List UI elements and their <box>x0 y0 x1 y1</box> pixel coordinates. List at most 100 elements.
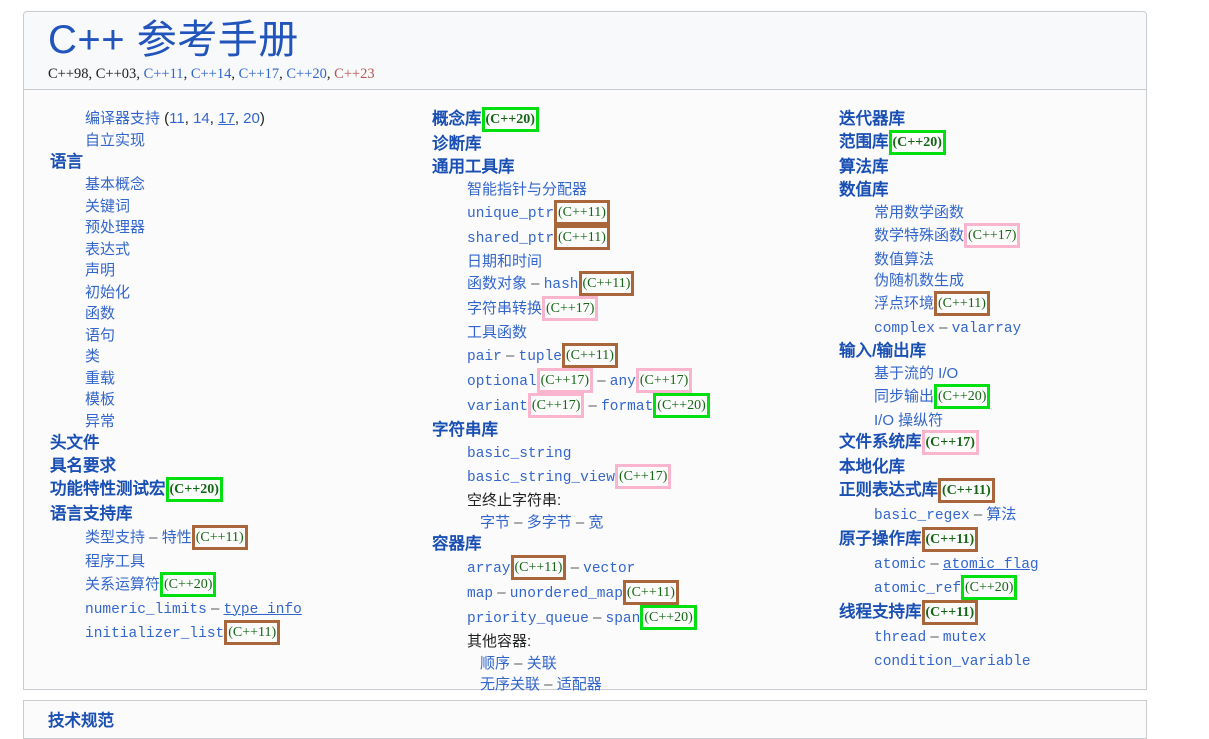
nav-heading-link[interactable]: 本地化库 <box>839 458 905 476</box>
nav-heading-link[interactable]: 功能特性测试宏 <box>50 480 166 498</box>
nav-code-link[interactable]: condition_variable <box>874 654 1031 670</box>
nav-code-link[interactable]: basic_string <box>467 446 571 462</box>
standard-cpp11[interactable]: C++11 <box>144 66 184 82</box>
nav-link[interactable]: 17 <box>218 110 235 127</box>
nav-code-link[interactable]: tuple <box>519 349 563 365</box>
nav-link[interactable]: 字节 <box>480 514 510 531</box>
nav-link[interactable]: I/O 操纵符 <box>874 412 943 429</box>
nav-code-link[interactable]: unique_ptr <box>467 206 554 222</box>
nav-link[interactable]: 日期和时间 <box>467 253 542 270</box>
nav-link[interactable]: 算法 <box>986 506 1016 523</box>
nav-code-link[interactable]: pair <box>467 349 502 365</box>
nav-link[interactable]: 关联 <box>527 655 557 672</box>
nav-link[interactable]: 初始化 <box>85 284 130 301</box>
nav-code-link[interactable]: atomic_flag <box>943 557 1039 573</box>
nav-code-link[interactable]: type_info <box>224 602 302 618</box>
nav-link[interactable]: 预处理器 <box>85 219 145 236</box>
nav-heading-link[interactable]: 输入/输出库 <box>839 342 926 360</box>
nav-code-link[interactable]: variant <box>467 399 528 415</box>
nav-link[interactable]: 浮点环境 <box>874 295 934 312</box>
nav-link[interactable]: 顺序 <box>480 655 510 672</box>
nav-code-link[interactable]: map <box>467 586 493 602</box>
nav-link[interactable]: 适配器 <box>557 676 602 693</box>
nav-code-link[interactable]: mutex <box>943 630 987 646</box>
nav-link[interactable]: 数学特殊函数 <box>874 227 964 244</box>
nav-link[interactable]: 常用数学函数 <box>874 204 964 221</box>
nav-link[interactable]: 基于流的 I/O <box>874 365 958 382</box>
standard-cpp14[interactable]: C++14 <box>191 66 232 82</box>
nav-heading-link[interactable]: 正则表达式库 <box>839 481 938 499</box>
nav-code-link[interactable]: optional <box>467 374 537 390</box>
nav-code-link[interactable]: valarray <box>952 321 1022 337</box>
standard-cpp20[interactable]: C++20 <box>286 66 327 82</box>
nav-link[interactable]: 伪随机数生成 <box>874 272 964 289</box>
nav-code-link[interactable]: basic_string_view <box>467 470 615 486</box>
nav-link[interactable]: 字符串转换 <box>467 300 542 317</box>
version-tag-cxx11: (C++11) <box>934 290 990 316</box>
nav-link[interactable]: 函数 <box>85 305 115 322</box>
standard-cpp17[interactable]: C++17 <box>239 66 280 82</box>
nav-link[interactable]: 20 <box>243 110 260 127</box>
nav-link[interactable]: 类 <box>85 348 100 365</box>
nav-link[interactable]: 特性 <box>162 529 192 546</box>
nav-code-link[interactable]: shared_ptr <box>467 231 554 247</box>
nav-code-link[interactable]: vector <box>583 561 635 577</box>
nav-code-link[interactable]: initializer_list <box>85 626 224 642</box>
nav-heading-link[interactable]: 头文件 <box>50 434 100 452</box>
nav-link[interactable]: 重载 <box>85 370 115 387</box>
nav-code-link[interactable]: atomic_ref <box>874 581 961 597</box>
nav-link[interactable]: 语句 <box>85 327 115 344</box>
nav-code-link[interactable]: complex <box>874 321 935 337</box>
nav-row: basic_string_view (C++17) <box>467 464 832 490</box>
nav-code-link[interactable]: priority_queue <box>467 611 589 627</box>
nav-code-link[interactable]: thread <box>874 630 926 646</box>
nav-code-link[interactable]: basic_regex <box>874 508 970 524</box>
nav-link[interactable]: 模板 <box>85 391 115 408</box>
nav-code-link[interactable]: numeric_limits <box>85 602 207 618</box>
nav-link[interactable]: 关键词 <box>85 198 130 215</box>
nav-link[interactable]: 无序关联 <box>480 676 540 693</box>
nav-link[interactable]: 编译器支持 <box>85 110 164 127</box>
nav-heading-link[interactable]: 语言支持库 <box>50 505 133 523</box>
nav-code-link[interactable]: any <box>610 374 636 390</box>
nav-code-link[interactable]: span <box>606 611 641 627</box>
nav-code-link[interactable]: atomic <box>874 557 926 573</box>
nav-link[interactable]: 关系运算符 <box>85 576 160 593</box>
nav-link[interactable]: 智能指针与分配器 <box>467 181 587 198</box>
nav-heading-link[interactable]: 迭代器库 <box>839 110 905 128</box>
nav-heading-link[interactable]: 概念库 <box>432 110 482 128</box>
nav-heading-link[interactable]: 数值库 <box>839 181 889 199</box>
nav-code-link[interactable]: format <box>601 399 653 415</box>
nav-heading-link[interactable]: 算法库 <box>839 158 889 176</box>
nav-link[interactable]: 同步输出 <box>874 388 934 405</box>
nav-heading-link[interactable]: 通用工具库 <box>432 158 515 176</box>
nav-heading-link[interactable]: 字符串库 <box>432 421 498 439</box>
nav-link[interactable]: 程序工具 <box>85 553 145 570</box>
nav-heading-link[interactable]: 诊断库 <box>432 135 482 153</box>
nav-heading-link[interactable]: 具名要求 <box>50 457 116 475</box>
nav-code-link[interactable]: unordered_map <box>510 586 623 602</box>
nav-link[interactable]: 表达式 <box>85 241 130 258</box>
nav-link[interactable]: 基本概念 <box>85 176 145 193</box>
nav-link[interactable]: 多字节 <box>527 514 572 531</box>
nav-link[interactable]: 宽 <box>588 514 603 531</box>
nav-link[interactable]: 类型支持 <box>85 529 145 546</box>
nav-code-link[interactable]: array <box>467 561 511 577</box>
standard-cpp23[interactable]: C++23 <box>334 66 375 82</box>
nav-heading-link[interactable]: 原子操作库 <box>839 530 922 548</box>
nav-link[interactable]: 声明 <box>85 262 115 279</box>
nav-link[interactable]: 数值算法 <box>874 251 934 268</box>
nav-link[interactable]: 11 <box>169 110 185 127</box>
nav-heading-link[interactable]: 语言 <box>50 153 83 171</box>
nav-heading-link[interactable]: 文件系统库 <box>839 433 922 451</box>
nav-link[interactable]: 14 <box>193 110 210 127</box>
nav-heading-link[interactable]: 范围库 <box>839 133 889 151</box>
nav-heading-link[interactable]: 线程支持库 <box>839 603 922 621</box>
standards-list: C++98, C++03, C++11, C++14, C++17, C++20… <box>48 65 1146 83</box>
nav-link[interactable]: 工具函数 <box>467 324 527 341</box>
nav-code-link[interactable]: hash <box>544 277 579 293</box>
nav-link[interactable]: 异常 <box>85 413 115 430</box>
nav-link[interactable]: 函数对象 <box>467 275 527 292</box>
nav-link[interactable]: 自立实现 <box>85 132 145 149</box>
nav-heading-link[interactable]: 容器库 <box>432 535 482 553</box>
